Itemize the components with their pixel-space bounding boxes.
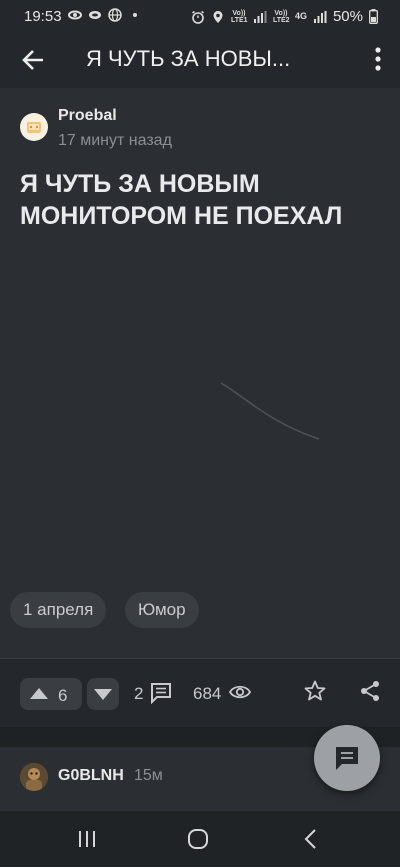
- sim2-label: Vo)) LTE2: [272, 9, 290, 24]
- tag-date[interactable]: 1 апреля: [10, 592, 107, 628]
- eye-icon: [229, 685, 251, 699]
- downvote-button[interactable]: [87, 678, 119, 710]
- star-icon[interactable]: [304, 680, 326, 702]
- app-bar: Я ЧУТЬ ЗА НОВЫ...: [0, 32, 400, 88]
- views-count: 684: [193, 684, 222, 703]
- author-avatar[interactable]: [20, 113, 48, 141]
- divider: [0, 658, 400, 659]
- location-icon: [213, 10, 223, 23]
- post-title: Я ЧУТЬ ЗА НОВЫМ МОНИТОРОМ НЕ ПОЕХАЛ: [20, 170, 343, 230]
- comment-icon[interactable]: [150, 682, 172, 704]
- battery-percent: 50%: [332, 8, 363, 25]
- message-icon: [336, 747, 358, 770]
- upvote-button[interactable]: 6: [20, 678, 82, 710]
- author-name[interactable]: Proebal: [58, 107, 117, 125]
- system-nav-bar: [0, 811, 400, 867]
- status-bar: 19:53 Vo)) LTE1 Vo)) LTE2 4G 50%: [0, 0, 400, 32]
- tag-humor[interactable]: Юмор: [125, 592, 199, 628]
- home-icon[interactable]: [187, 828, 209, 850]
- write-comment-fab[interactable]: [314, 725, 380, 791]
- signal-2-icon: [313, 10, 327, 23]
- comment-avatar[interactable]: [20, 763, 48, 791]
- sim1-label: Vo)) LTE1: [230, 9, 248, 24]
- status-time: 19:53: [24, 8, 62, 25]
- signal-icon: [253, 10, 267, 23]
- globe-icon: [108, 8, 122, 22]
- network-type: 4G: [294, 11, 307, 21]
- page-title: Я ЧУТЬ ЗА НОВЫ...: [86, 46, 291, 71]
- post-image-stroke: [220, 382, 320, 440]
- alarm-icon: [191, 10, 204, 24]
- recent-apps-icon[interactable]: [76, 828, 98, 850]
- comment-username[interactable]: G0BLNH: [58, 767, 124, 785]
- share-icon[interactable]: [359, 680, 381, 702]
- pill-icon: [89, 11, 101, 19]
- back-nav-icon[interactable]: [301, 828, 323, 850]
- more-vertical-icon[interactable]: [374, 46, 382, 72]
- battery-icon: [369, 9, 378, 24]
- dot-icon: [133, 13, 137, 17]
- system-icons: Vo)) LTE1 Vo)) LTE2 4G 50%: [191, 8, 378, 25]
- comments-count[interactable]: 2: [134, 684, 143, 704]
- post-actions: 6 2 684: [0, 662, 400, 726]
- comment-time: 15м: [134, 767, 163, 784]
- arrow-down-icon: [94, 689, 112, 700]
- post-time: 17 минут назад: [58, 132, 172, 149]
- transfer-icon: [68, 10, 82, 20]
- arrow-left-icon[interactable]: [20, 46, 48, 74]
- arrow-up-icon: [30, 688, 48, 699]
- upvote-count: 6: [58, 686, 68, 705]
- notification-icons: [68, 8, 142, 22]
